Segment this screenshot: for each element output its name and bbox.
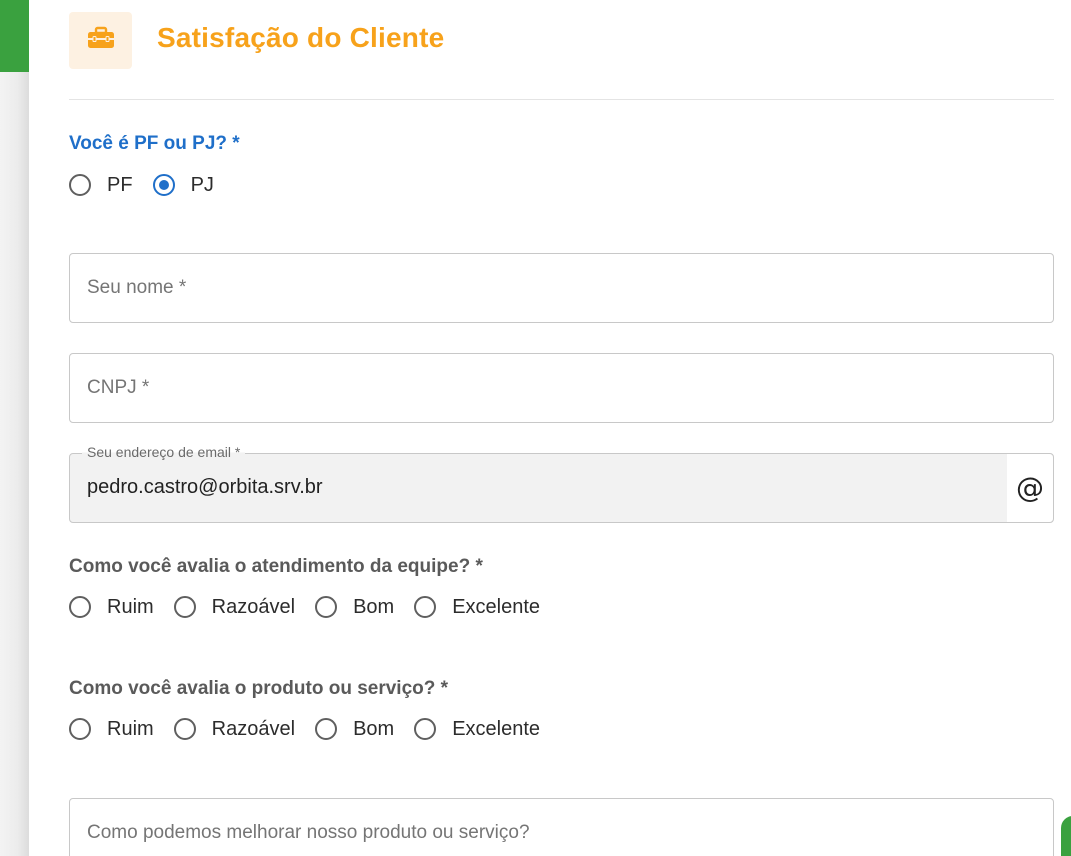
product-rating-radio-excelente[interactable]: [414, 718, 437, 740]
name-placeholder: Seu nome *: [87, 277, 187, 298]
team-rating-radio-razoavel[interactable]: [173, 596, 196, 618]
team-rating-option-excelente[interactable]: Excelente: [414, 596, 540, 619]
person-type-radio-group: PF PJ: [69, 170, 234, 200]
team-rating-radio-ruim[interactable]: [69, 596, 91, 618]
product-rating-label: Como você avalia o produto ou serviço? *: [69, 678, 449, 699]
product-rating-option-razoavel[interactable]: Razoável: [173, 717, 296, 741]
cnpj-placeholder: CNPJ *: [87, 377, 150, 398]
team-rating-radio-group: Ruim Razoável Bom Excelente: [69, 592, 560, 622]
team-rating-ruim-label: Ruim: [107, 595, 154, 618]
team-rating-label: Como você avalia o atendimento da equipe…: [69, 556, 483, 577]
radio-option-pf[interactable]: PF: [69, 174, 133, 197]
product-rating-radio-razoavel[interactable]: [173, 718, 196, 740]
product-rating-radio-ruim[interactable]: [69, 718, 91, 740]
radio-pj[interactable]: [152, 174, 175, 196]
team-rating-option-ruim[interactable]: Ruim: [69, 596, 154, 619]
email-adornment: @: [1007, 454, 1053, 522]
email-field[interactable]: Seu endereço de email * pedro.castro@orb…: [69, 444, 1054, 523]
header-divider: [69, 99, 1054, 100]
product-rating-option-excelente[interactable]: Excelente: [414, 718, 540, 741]
page-title: Satisfação do Cliente: [157, 22, 445, 53]
team-rating-option-bom[interactable]: Bom: [315, 596, 394, 619]
improvement-placeholder: Como podemos melhorar nosso produto ou s…: [87, 822, 530, 843]
product-rating-razoavel-label: Razoável: [211, 717, 296, 740]
floating-action-button-edge[interactable]: [1061, 816, 1071, 856]
radio-pj-label: PJ: [190, 173, 214, 196]
email-field-value: pedro.castro@orbita.srv.br: [87, 476, 323, 498]
person-type-label: Você é PF ou PJ? *: [69, 133, 240, 154]
team-rating-radio-excelente[interactable]: [414, 596, 437, 618]
header-icon-container: [69, 12, 132, 69]
radio-option-pj[interactable]: PJ: [152, 173, 214, 197]
team-rating-excelente-label: Excelente: [452, 595, 541, 618]
team-rating-option-razoavel[interactable]: Razoável: [173, 595, 296, 619]
product-rating-option-ruim[interactable]: Ruim: [69, 718, 154, 741]
cnpj-field[interactable]: CNPJ *: [69, 353, 1054, 423]
left-background-panel: [0, 0, 29, 856]
product-rating-option-bom[interactable]: Bom: [315, 718, 394, 741]
product-rating-radio-group: Ruim Razoável Bom Excelente: [69, 714, 560, 744]
at-sign-icon: @: [1016, 471, 1044, 504]
product-rating-radio-bom[interactable]: [315, 718, 338, 740]
left-green-tab: [0, 0, 29, 72]
improvement-textarea[interactable]: Como podemos melhorar nosso produto ou s…: [69, 798, 1054, 856]
product-rating-bom-label: Bom: [353, 717, 395, 740]
name-field[interactable]: Seu nome *: [69, 253, 1054, 323]
page: Satisfação do Cliente Você é PF ou PJ? *…: [0, 0, 1071, 856]
product-rating-ruim-label: Ruim: [107, 717, 154, 740]
radio-pf[interactable]: [69, 174, 91, 196]
radio-pf-label: PF: [107, 173, 133, 196]
team-rating-razoavel-label: Razoável: [211, 595, 296, 618]
email-field-label: Seu endereço de email *: [82, 444, 246, 460]
team-rating-bom-label: Bom: [353, 595, 395, 618]
team-rating-radio-bom[interactable]: [315, 596, 338, 618]
briefcase-icon: [87, 26, 115, 55]
product-rating-excelente-label: Excelente: [452, 717, 541, 740]
